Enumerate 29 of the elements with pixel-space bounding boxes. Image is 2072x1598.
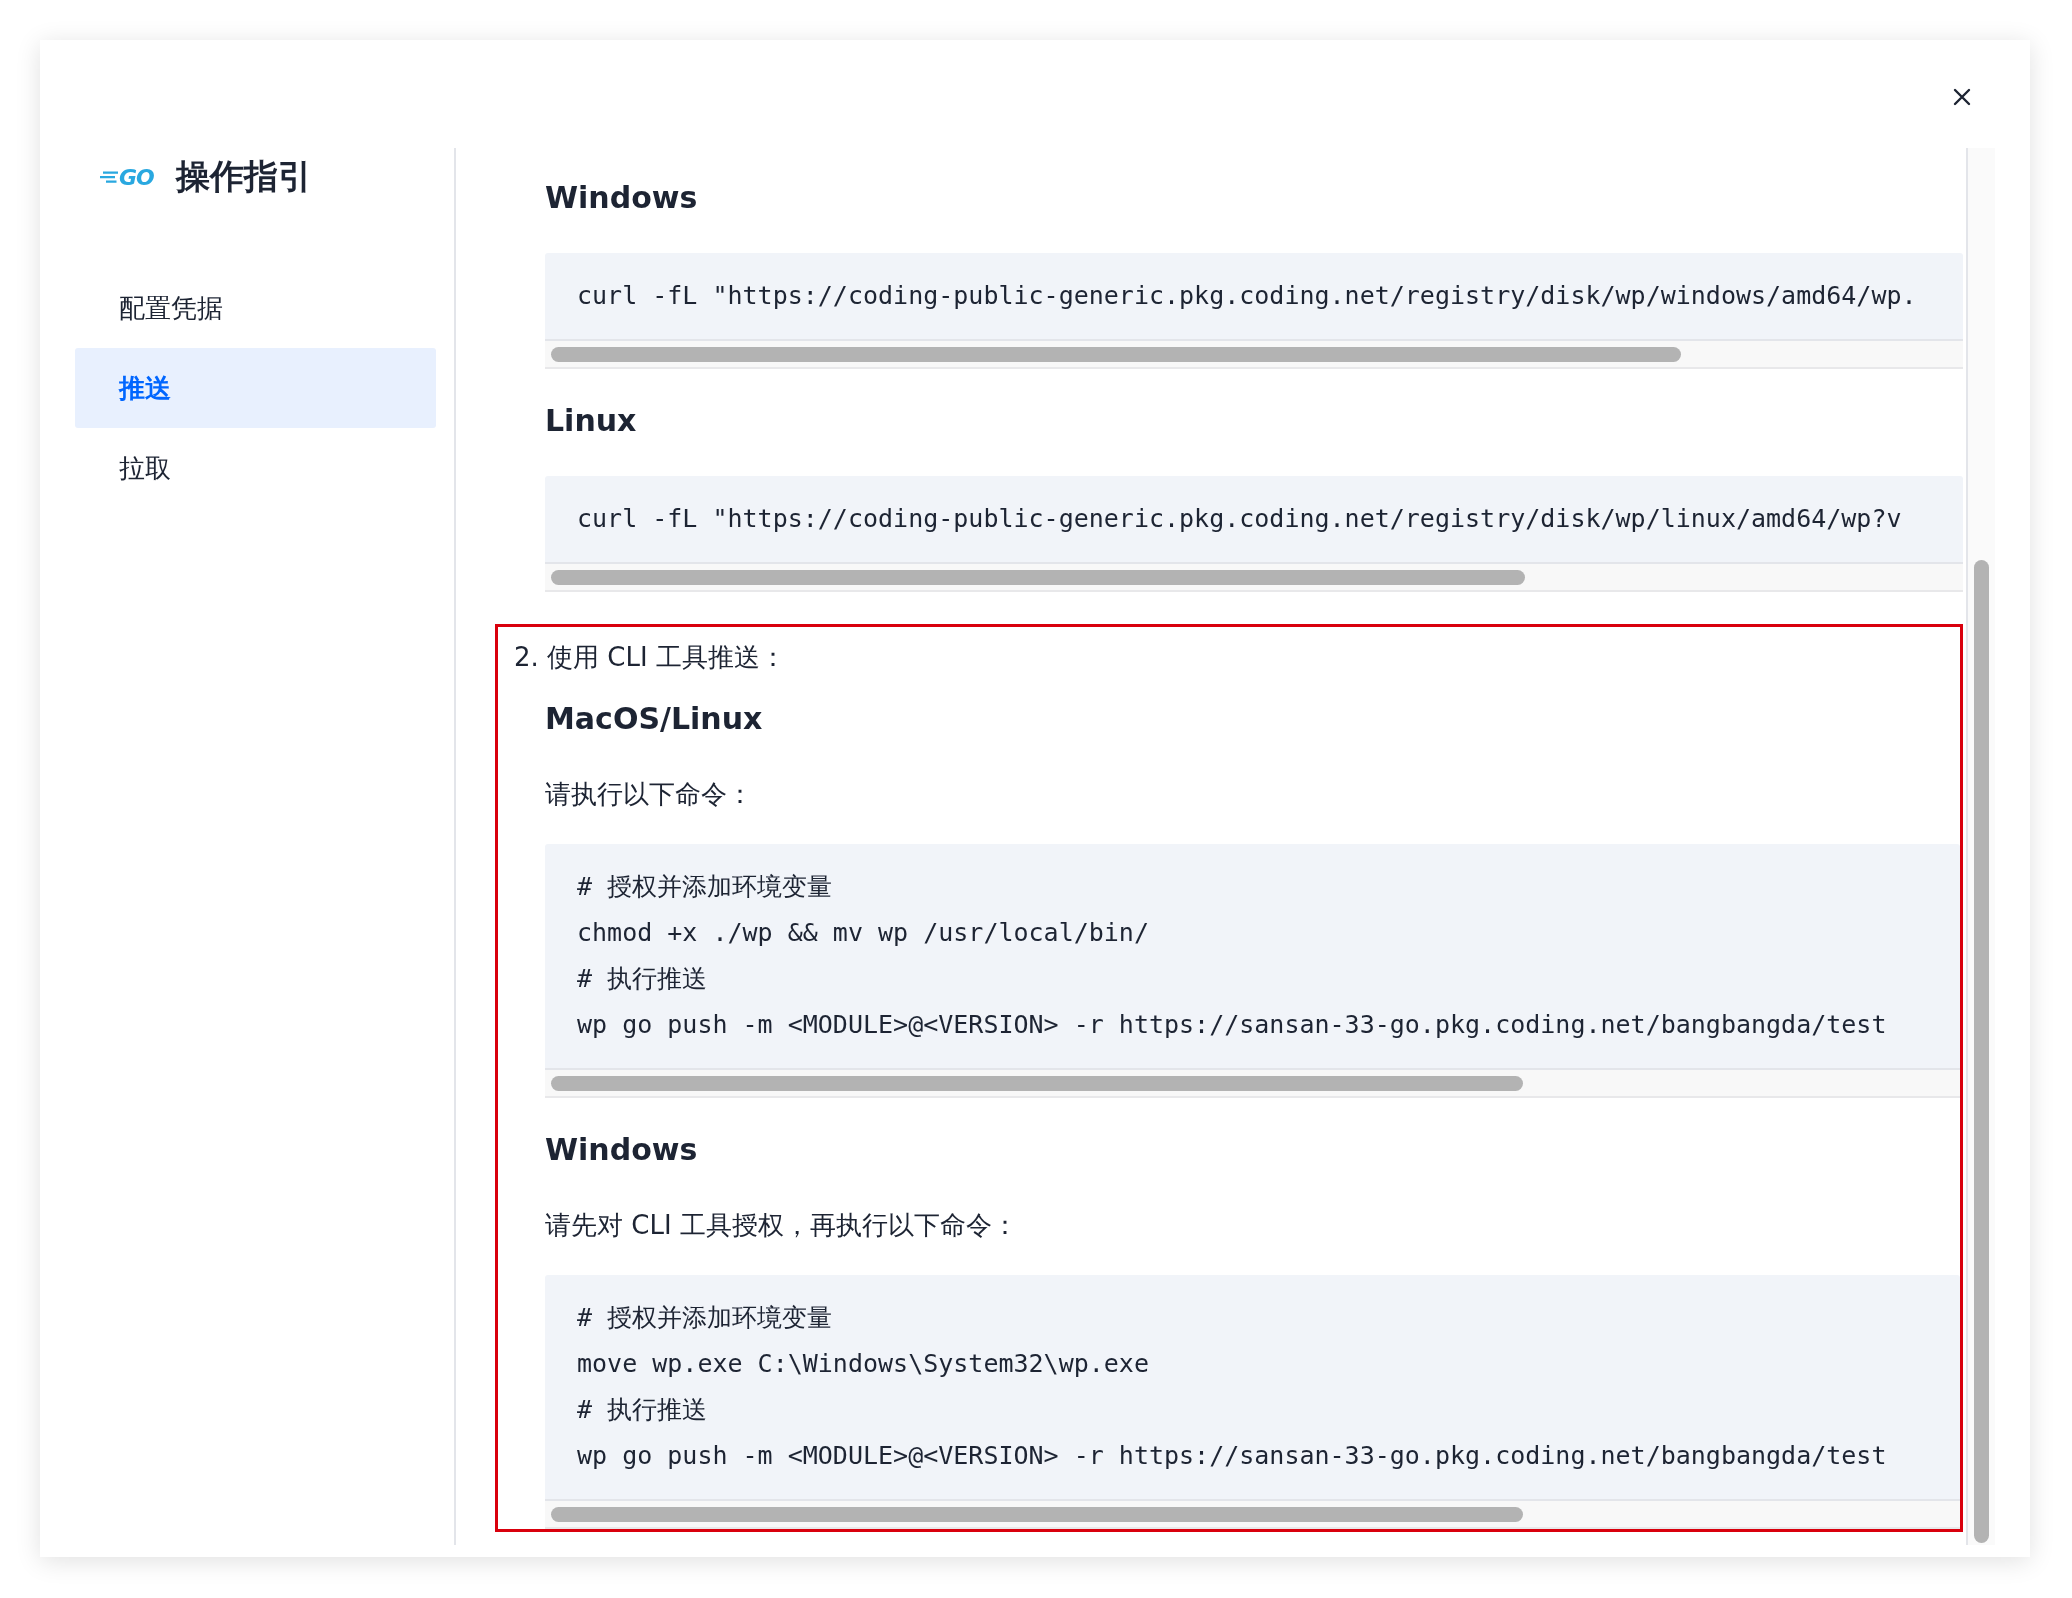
- code-line: chmod +x ./wp && mv wp /usr/local/bin/: [577, 917, 1150, 949]
- horizontal-scrollbar[interactable]: [545, 341, 1963, 369]
- code-line: wp go push -m <MODULE>@<VERSION> -r https://sansan-33-go.pkg.coding.net/bangbangda/test: [577, 1009, 1888, 1041]
- section-heading: Linux: [545, 402, 638, 440]
- sidebar-title: 操作指引: [175, 155, 312, 198]
- vertical-scrollbar[interactable]: [1966, 148, 1995, 1545]
- horizontal-scrollbar[interactable]: [545, 564, 1963, 592]
- speed-lines-icon: [100, 171, 118, 183]
- logo-text: GO: [119, 164, 154, 190]
- code-line: # 执行推送: [577, 1394, 709, 1426]
- instruction-text: 请执行以下命令：: [545, 778, 754, 811]
- code-line: move wp.exe C:\Windows\System32\wp.exe: [577, 1348, 1150, 1380]
- code-line: # 授权并添加环境变量: [577, 871, 834, 903]
- code-line: # 执行推送: [577, 963, 709, 995]
- instruction-text: 请先对 CLI 工具授权，再执行以下命令：: [545, 1209, 1019, 1242]
- horizontal-scrollbar[interactable]: [545, 1501, 1960, 1529]
- close-icon[interactable]: [1952, 87, 1972, 107]
- section-heading: Windows: [545, 1131, 699, 1169]
- sidebar-item[interactable]: 拉取: [75, 428, 436, 508]
- step-title: 2. 使用 CLI 工具推送：: [514, 641, 787, 674]
- sidebar-item[interactable]: 推送: [75, 348, 436, 428]
- code-line: # 授权并添加环境变量: [577, 1302, 834, 1334]
- code-line: wp go push -m <MODULE>@<VERSION> -r https://sansan-33-go.pkg.coding.net/bangbangda/test: [577, 1440, 1888, 1472]
- section-heading: Windows: [545, 179, 699, 217]
- section-heading: MacOS/Linux: [545, 700, 764, 738]
- horizontal-scrollbar[interactable]: [545, 1070, 1960, 1098]
- sidebar-item[interactable]: 配置凭据: [75, 268, 436, 348]
- code-line: curl -fL "https://coding-public-generic.pkg.coding.net/registry/disk/wp/windows/amd64/wp.: [577, 280, 1918, 312]
- code-line: curl -fL "https://coding-public-generic.pkg.coding.net/registry/disk/wp/linux/amd64/wp?v: [577, 503, 1903, 535]
